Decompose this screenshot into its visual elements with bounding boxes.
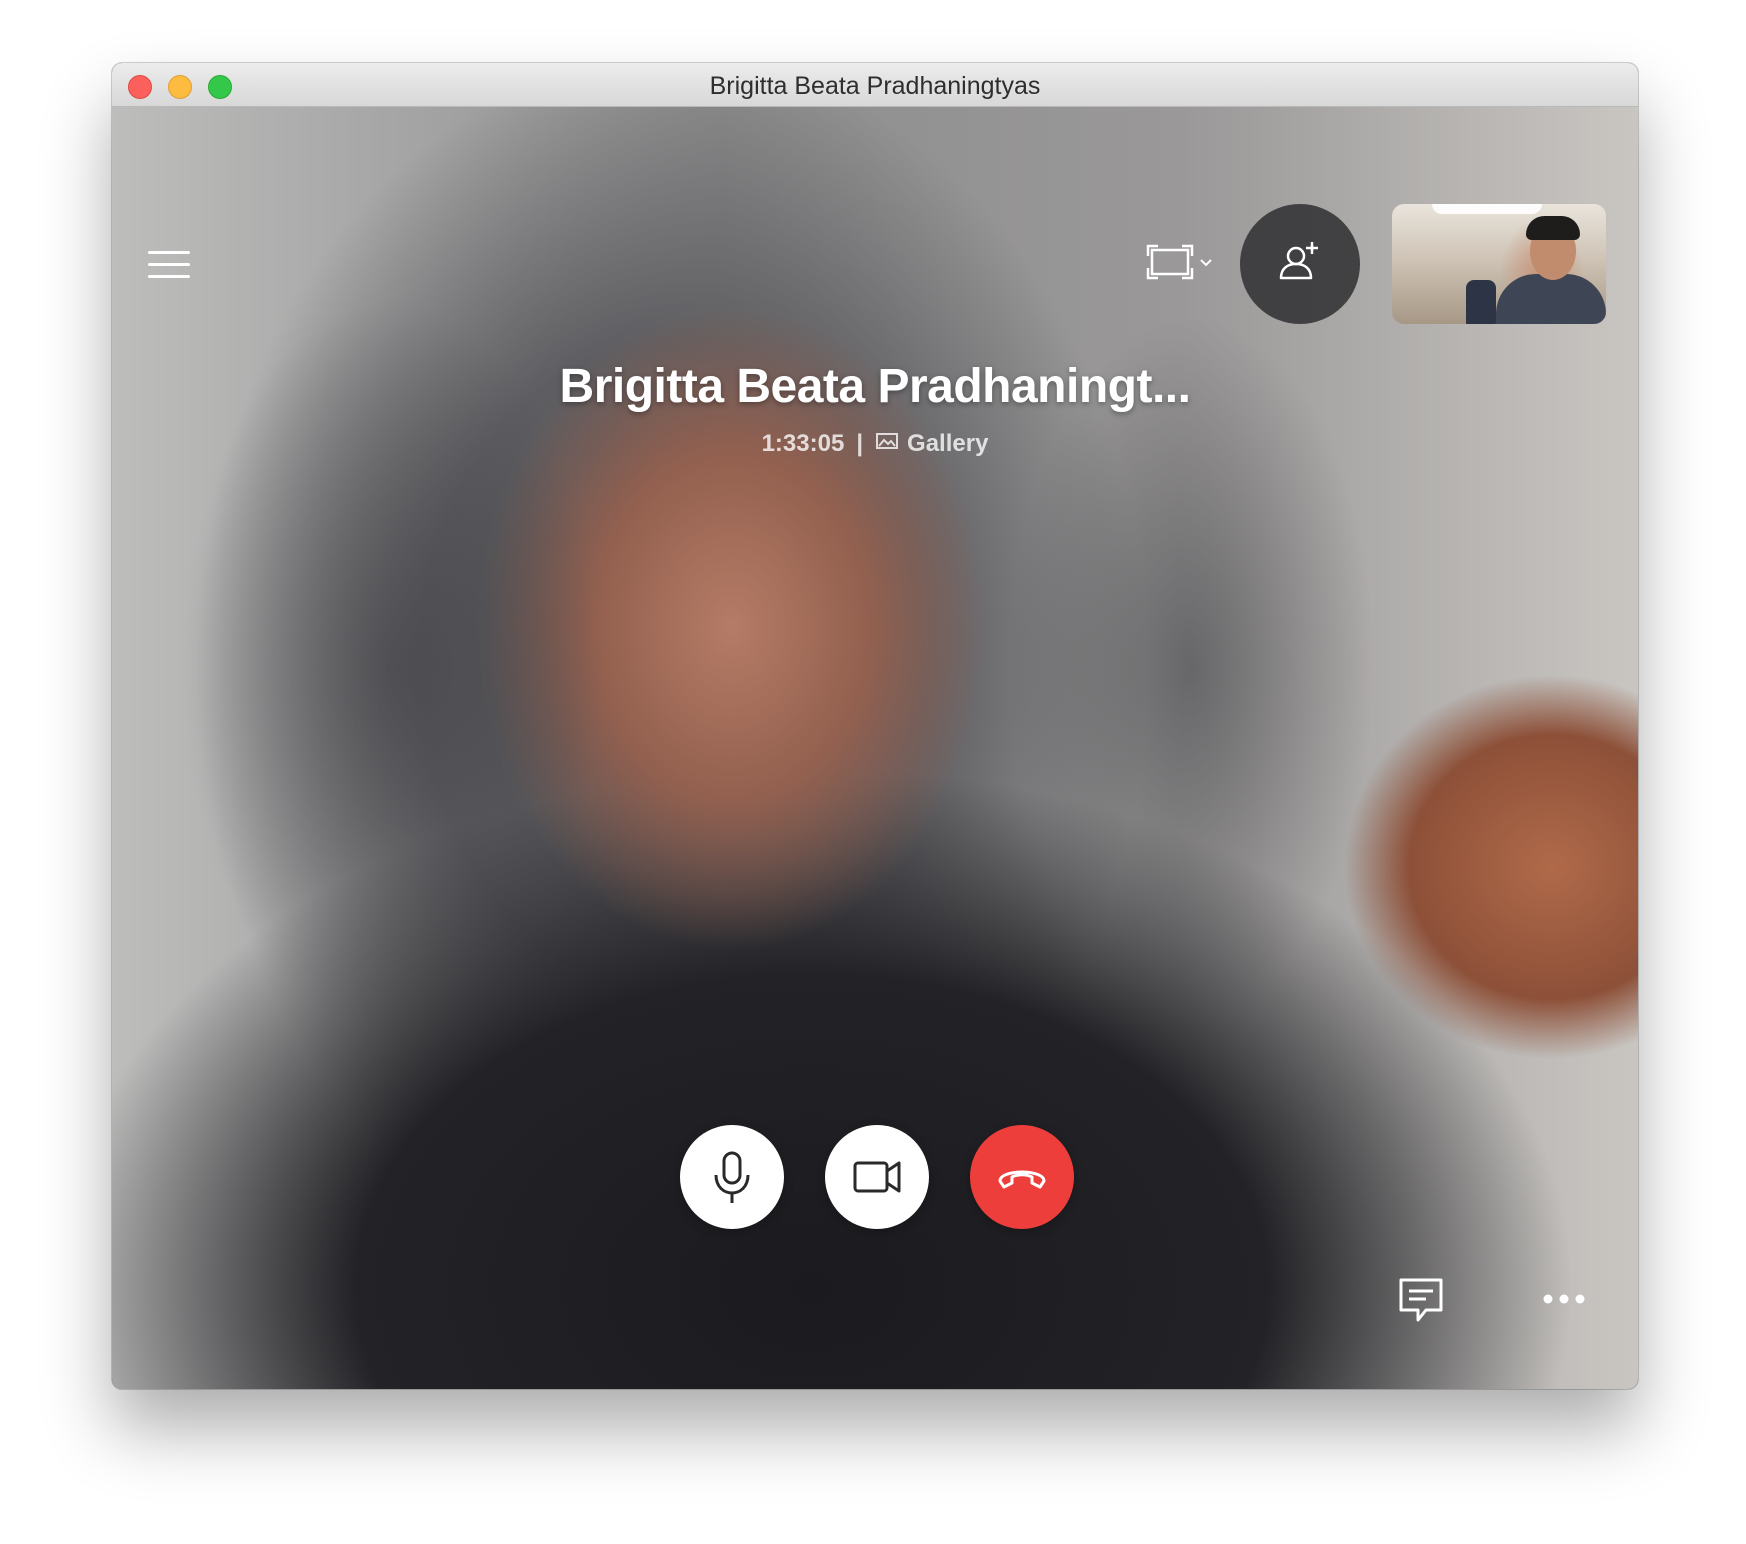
hang-up-phone-icon	[998, 1170, 1046, 1189]
chat-button[interactable]	[1396, 1275, 1446, 1325]
self-video-preview[interactable]	[1392, 204, 1606, 324]
toggle-video-button[interactable]	[825, 1125, 929, 1229]
more-options-icon	[1543, 1294, 1585, 1304]
remote-video-feed: Brigitta Beata Pradhaningt... 1:33:05 | Ga…	[112, 107, 1638, 1389]
call-controls	[112, 1125, 1638, 1231]
self-view-chair	[1466, 280, 1496, 324]
add-participant-button[interactable]	[1240, 204, 1360, 324]
caller-name: Brigitta Beata Pradhaningt...	[559, 360, 1191, 413]
view-toggle-button[interactable]	[1146, 240, 1216, 290]
title-bar: Brigitta Beata Pradhaningtyas	[112, 63, 1638, 107]
chat-icon	[1399, 1278, 1443, 1322]
video-camera-icon	[853, 1161, 901, 1193]
window-title: Brigitta Beata Pradhaningtyas	[709, 72, 1041, 100]
hamburger-menu-icon[interactable]	[148, 247, 190, 283]
self-view-light	[1432, 204, 1542, 214]
fullscreen-view-icon	[1146, 244, 1212, 280]
gallery-image-icon[interactable]	[875, 430, 899, 458]
end-call-button[interactable]	[970, 1125, 1074, 1229]
add-person-icon	[1279, 242, 1318, 280]
self-view-body	[1496, 274, 1606, 324]
mute-microphone-button[interactable]	[680, 1125, 784, 1229]
skype-call-window: Brigitta Beata Pradhaningtyas Brigitta B…	[112, 63, 1638, 1389]
status-separator: |	[856, 429, 864, 457]
gallery-link[interactable]: Gallery	[907, 430, 988, 458]
more-options-button[interactable]	[1540, 1287, 1590, 1311]
microphone-icon	[714, 1151, 750, 1203]
call-duration: 1:33:05	[761, 429, 845, 457]
call-status: 1:33:05 | Gallery	[112, 429, 1638, 458]
self-view-hair	[1526, 216, 1580, 240]
